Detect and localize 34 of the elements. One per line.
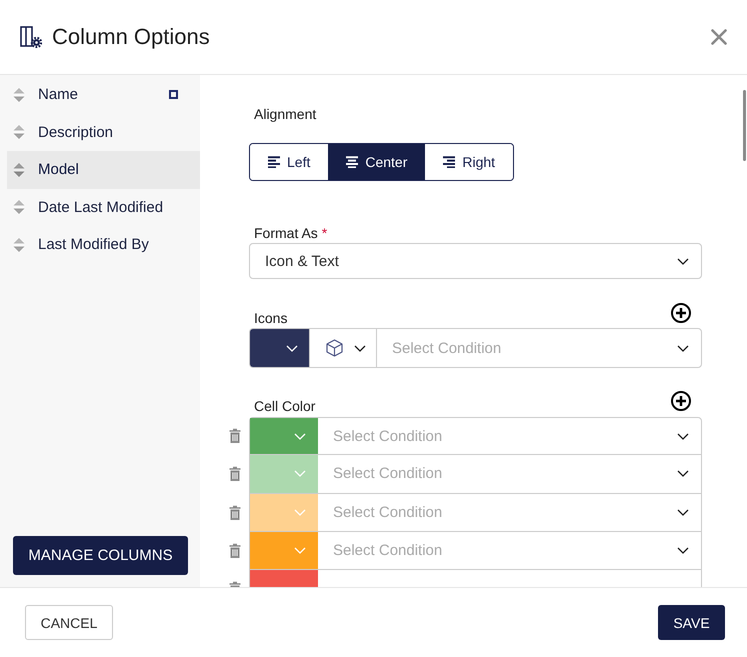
add-circle-icon[interactable] <box>671 391 691 411</box>
column-list-item[interactable]: Description <box>7 114 200 151</box>
column-list-item[interactable]: Name <box>7 76 200 114</box>
manage-columns-button[interactable]: MANAGE COLUMNS <box>13 536 188 575</box>
cancel-button[interactable]: CANCEL <box>25 605 113 640</box>
format-select[interactable]: Icon & Text <box>249 243 702 279</box>
alignment-label: Alignment <box>253 105 318 123</box>
align-right-icon <box>443 156 456 168</box>
trash-icon[interactable] <box>229 428 241 444</box>
close-icon <box>711 29 727 45</box>
column-list-item[interactable]: Date Last Modified <box>7 188 200 226</box>
sort-handle-icon[interactable] <box>13 236 25 253</box>
sort-handle-icon[interactable] <box>13 199 25 216</box>
trash-icon[interactable] <box>229 466 241 482</box>
column-list-item[interactable]: Model <box>7 151 200 188</box>
sort-handle-icon[interactable] <box>13 124 25 140</box>
sort-handle-icon[interactable] <box>13 86 25 103</box>
scrollbar-thumb[interactable] <box>743 90 746 161</box>
column-list-item[interactable]: Last Modified By <box>7 226 200 264</box>
align-left-icon <box>268 156 280 168</box>
format-as-label: Format As * <box>253 224 328 242</box>
dialog-title: Column Options <box>52 24 210 50</box>
icons-label: Icons <box>253 309 288 327</box>
column-settings-icon <box>20 26 42 48</box>
close-button[interactable] <box>711 29 727 45</box>
cell-color-label: Cell Color <box>253 397 316 415</box>
alignment-option[interactable]: Center <box>328 144 426 180</box>
chevron-down-icon <box>677 258 689 264</box>
trash-icon[interactable] <box>229 542 241 559</box>
save-button[interactable]: SAVE <box>658 605 725 640</box>
align-center-icon <box>346 156 358 168</box>
sort-handle-icon[interactable] <box>13 162 25 178</box>
add-circle-icon[interactable] <box>671 303 691 323</box>
trash-icon[interactable] <box>229 504 241 521</box>
